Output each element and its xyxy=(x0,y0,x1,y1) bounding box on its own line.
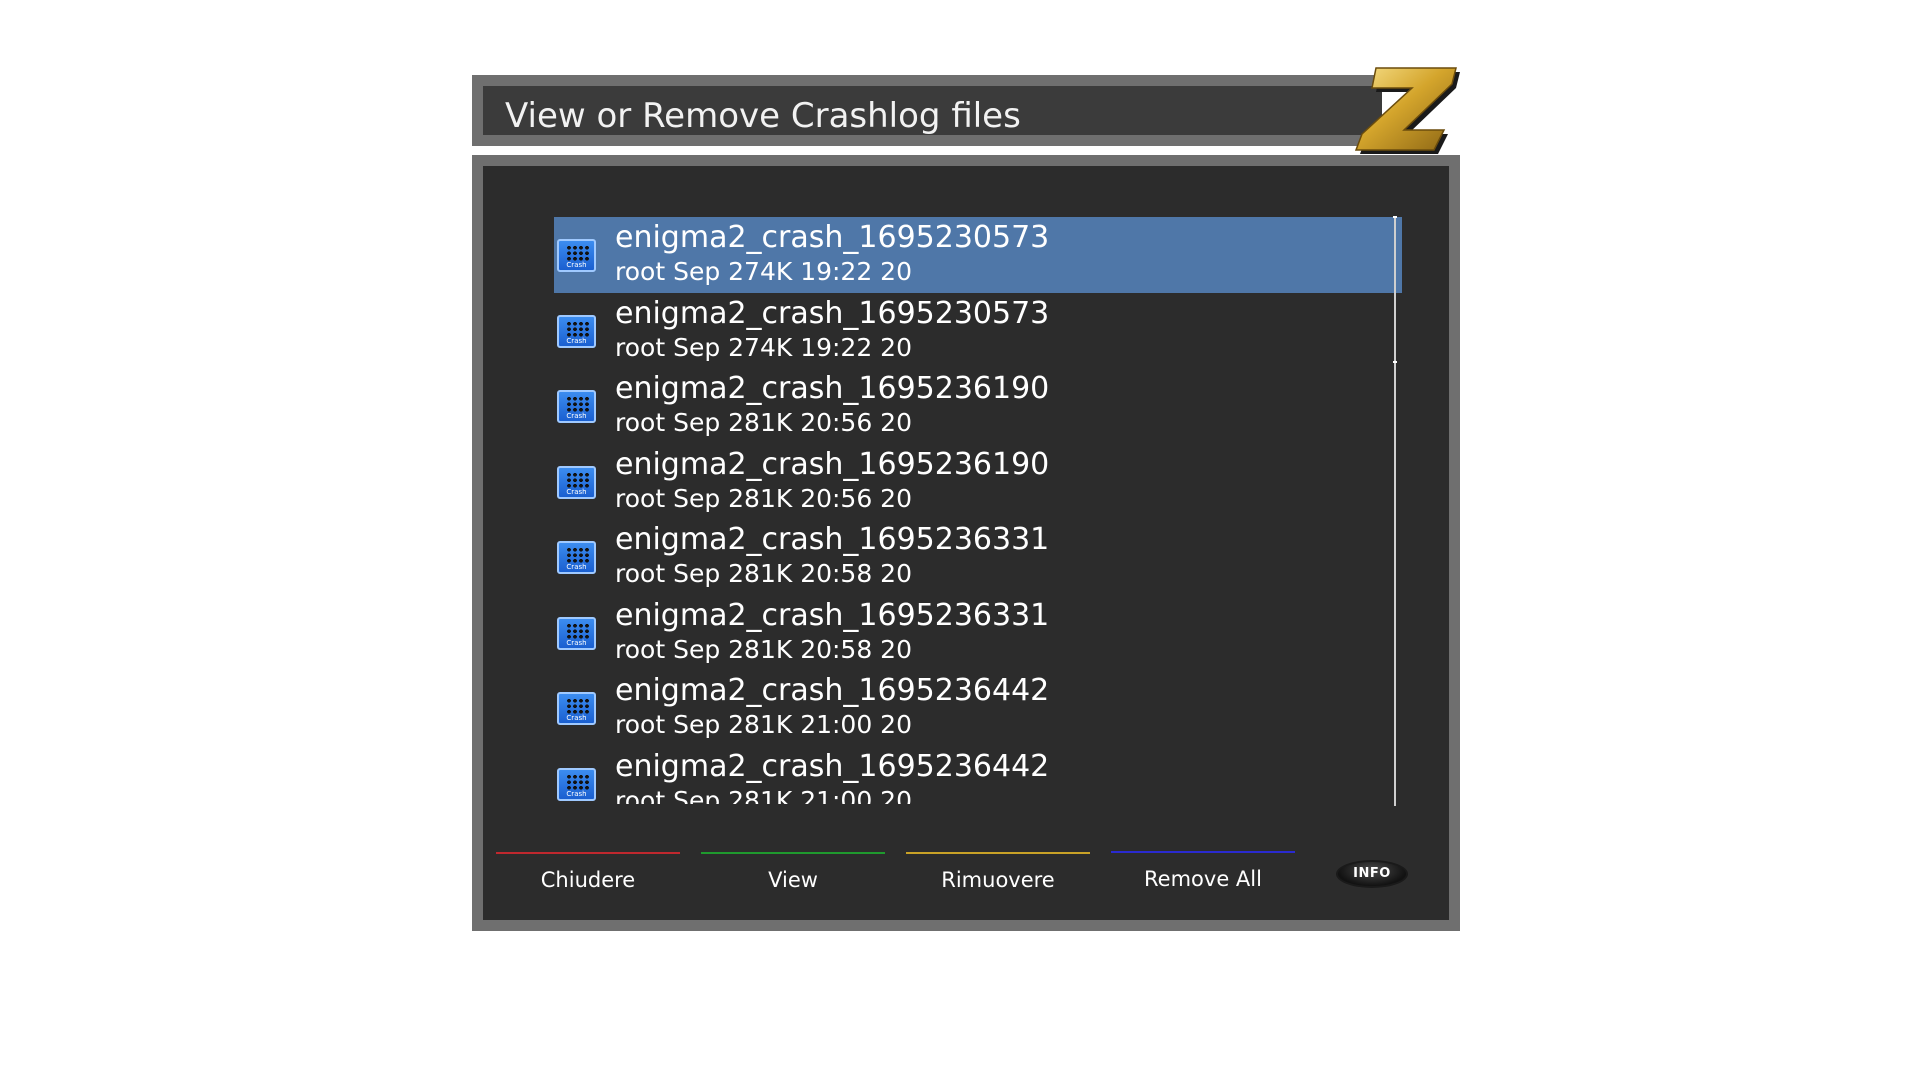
crash-icon-grid xyxy=(566,320,590,337)
scrollbar-thumb[interactable] xyxy=(1393,216,1397,363)
title-bar-inner: View or Remove Crashlog files xyxy=(483,86,1382,136)
crash-file-icon: Crash xyxy=(557,616,596,650)
crash-icon-label: Crash xyxy=(566,638,587,647)
blue-button[interactable]: Remove All xyxy=(1111,851,1295,891)
list-scrollbar[interactable] xyxy=(1393,216,1397,806)
crash-icon-grid xyxy=(566,698,590,714)
blue-button-indicator xyxy=(1111,851,1295,853)
file-name: enigma2_crash_1695230573 xyxy=(615,220,1050,255)
file-name: enigma2_crash_1695236331 xyxy=(615,597,1050,633)
red-button-indicator xyxy=(496,852,680,854)
list-item[interactable]: Crash enigma2_crash_1695230573 root Sep 27… xyxy=(554,293,1402,369)
title-bar: View or Remove Crashlog files xyxy=(472,75,1382,146)
file-details: root Sep 281K 21:00 20 xyxy=(615,785,912,805)
file-details: root Sep 274K 19:22 20 xyxy=(615,257,912,286)
file-details: root Sep 281K 20:58 20 xyxy=(615,559,912,588)
file-details: root Sep 274K 19:22 20 xyxy=(615,332,912,362)
main-panel-inner: Crash enigma2_crash_1695230573 root Sep 27… xyxy=(483,166,1449,920)
info-button[interactable]: INFO xyxy=(1336,860,1408,888)
crash-icon-grid xyxy=(566,622,590,639)
crash-icon-label: Crash xyxy=(566,412,587,420)
yellow-button-indicator xyxy=(906,852,1090,854)
file-name: enigma2_crash_1695230573 xyxy=(615,295,1050,331)
red-button[interactable]: Chiudere xyxy=(496,852,680,892)
list-item[interactable]: Crash enigma2_crash_1695230573 root Sep 27… xyxy=(554,217,1402,293)
crash-file-icon: Crash xyxy=(557,314,596,348)
crash-file-icon: Crash xyxy=(557,390,596,423)
file-name: enigma2_crash_1695236190 xyxy=(615,446,1050,482)
brand-logo xyxy=(1354,67,1460,154)
crash-icon-grid xyxy=(566,773,590,790)
window-title: View or Remove Crashlog files xyxy=(505,96,1021,136)
crash-icon-label: Crash xyxy=(566,336,587,345)
crash-icon-label: Crash xyxy=(566,261,587,269)
list-item[interactable]: Crash enigma2_crash_1695236190 root Sep 28… xyxy=(554,368,1402,444)
file-details: root Sep 281K 20:56 20 xyxy=(615,408,912,437)
green-button-indicator xyxy=(701,852,885,854)
red-button-label: Chiudere xyxy=(540,868,636,892)
file-name: enigma2_crash_1695236442 xyxy=(615,748,1050,784)
yellow-button[interactable]: Rimuovere xyxy=(906,852,1090,892)
crash-icon-grid xyxy=(566,547,590,563)
crash-icon-grid xyxy=(566,245,590,261)
crash-icon-grid xyxy=(566,396,590,412)
crash-file-icon: Crash xyxy=(557,239,596,272)
crash-icon-label: Crash xyxy=(566,563,587,571)
file-details: root Sep 281K 20:56 20 xyxy=(615,483,912,513)
list-item[interactable]: Crash enigma2_crash_1695236331 root Sep 28… xyxy=(554,595,1402,671)
crash-file-icon: Crash xyxy=(557,692,596,725)
list-item[interactable]: Crash enigma2_crash_1695236442 root Sep 28… xyxy=(554,670,1402,746)
blue-button-label: Remove All xyxy=(1144,867,1262,891)
crash-icon-label: Crash xyxy=(566,714,587,722)
list-item[interactable]: Crash enigma2_crash_1695236442 root Sep 28… xyxy=(554,746,1402,805)
file-details: root Sep 281K 20:58 20 xyxy=(615,634,912,664)
crash-icon-grid xyxy=(566,471,590,488)
file-name: enigma2_crash_1695236442 xyxy=(615,673,1050,708)
file-name: enigma2_crash_1695236190 xyxy=(615,371,1050,406)
crash-icon-label: Crash xyxy=(566,789,587,798)
crash-icon-label: Crash xyxy=(566,487,587,496)
file-details: root Sep 281K 21:00 20 xyxy=(615,710,912,739)
crash-file-icon: Crash xyxy=(557,465,596,499)
crash-file-icon: Crash xyxy=(557,767,596,801)
yellow-button-label: Rimuovere xyxy=(941,868,1055,892)
list-item[interactable]: Crash enigma2_crash_1695236331 root Sep 28… xyxy=(554,519,1402,595)
green-button-label: View xyxy=(768,868,818,892)
file-name: enigma2_crash_1695236331 xyxy=(615,522,1050,557)
crash-file-icon: Crash xyxy=(557,541,596,574)
main-panel: Crash enigma2_crash_1695230573 root Sep 27… xyxy=(472,155,1460,931)
crashlog-list[interactable]: Crash enigma2_crash_1695230573 root Sep 27… xyxy=(554,217,1402,804)
screen: View or Remove Crashlog files Crash enigm… xyxy=(0,0,1920,1080)
green-button[interactable]: View xyxy=(701,852,885,892)
list-item[interactable]: Crash enigma2_crash_1695236190 root Sep 28… xyxy=(554,444,1402,520)
